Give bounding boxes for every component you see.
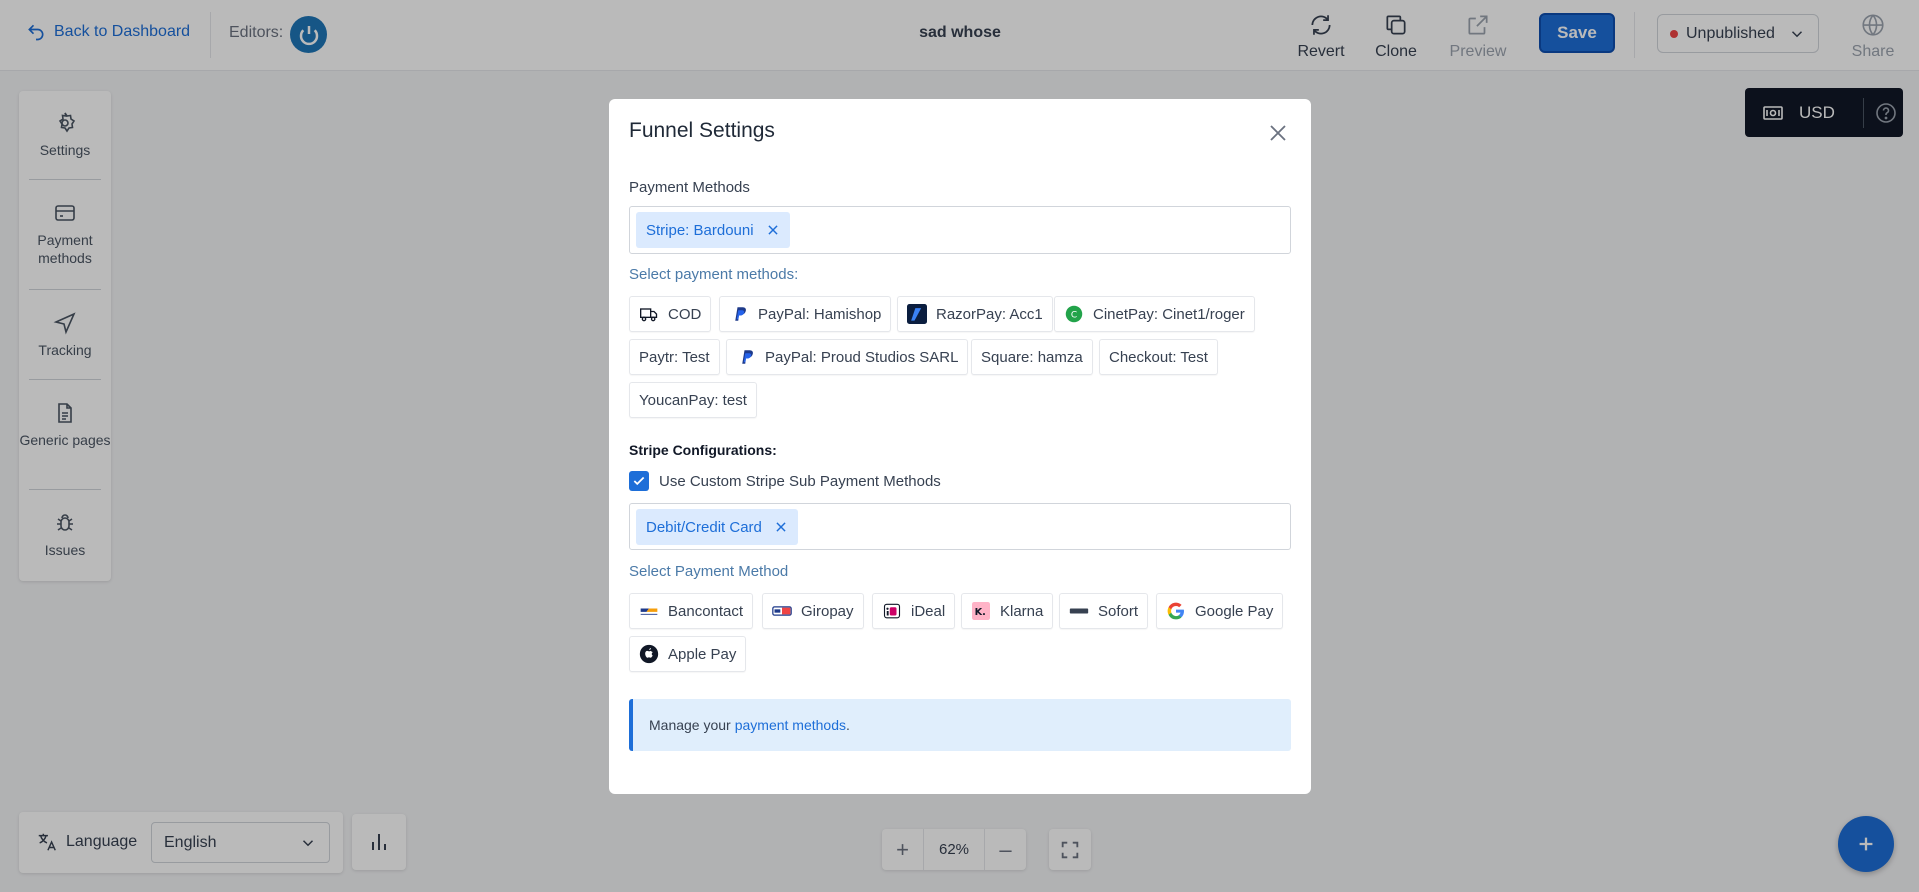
sofort-icon (1069, 601, 1089, 621)
svg-text:C: C (1071, 310, 1077, 320)
option-label: PayPal: Proud Studios SARL (765, 348, 959, 366)
option-label: Paytr: Test (639, 348, 710, 366)
close-icon[interactable] (1266, 121, 1290, 145)
option-label: Checkout: Test (1109, 348, 1208, 366)
option-label: Bancontact (668, 602, 744, 620)
sub-method-giropay[interactable]: Giropay (762, 593, 864, 629)
remove-tag-icon[interactable] (766, 223, 780, 237)
sub-method-google-pay[interactable]: Google Pay (1156, 593, 1284, 629)
payment-methods-label: Payment Methods (629, 179, 750, 196)
sub-method-apple-pay[interactable]: Apple Pay (629, 636, 747, 672)
ideal-icon (882, 601, 902, 621)
remove-tag-icon[interactable] (774, 520, 788, 534)
payment-option-cod[interactable]: COD (629, 296, 712, 332)
payment-option-youcanpay[interactable]: YoucanPay: test (629, 382, 757, 418)
payment-option-paypal-proud-studios[interactable]: PayPal: Proud Studios SARL (726, 339, 969, 375)
checkmark-icon (633, 476, 645, 486)
notice-prefix: Manage your (649, 717, 731, 733)
funnel-settings-modal: Funnel Settings Payment Methods Stripe: … (609, 99, 1311, 794)
razorpay-icon (907, 304, 927, 324)
option-label: Square: hamza (981, 348, 1083, 366)
payment-methods-input[interactable]: Stripe: Bardouni (629, 206, 1291, 254)
bancontact-icon (639, 601, 659, 621)
payment-option-paypal-hamishop[interactable]: PayPal: Hamishop (719, 296, 892, 332)
klarna-icon: K. (971, 601, 991, 621)
option-label: Giropay (801, 602, 854, 620)
truck-icon (639, 304, 659, 324)
select-payment-methods-label: Select payment methods: (629, 266, 799, 283)
selected-payment-tag: Stripe: Bardouni (636, 212, 790, 248)
selected-sub-method-tag: Debit/Credit Card (636, 509, 798, 545)
option-label: iDeal (911, 602, 946, 620)
payment-option-checkout[interactable]: Checkout: Test (1099, 339, 1218, 375)
sub-method-ideal[interactable]: iDeal (872, 593, 956, 629)
giropay-icon (772, 601, 792, 621)
tag-label: Debit/Credit Card (646, 518, 762, 536)
option-label: COD (668, 305, 702, 323)
modal-title: Funnel Settings (629, 119, 775, 142)
payment-methods-notice: Manage your payment methods . (629, 699, 1291, 751)
apple-icon (639, 644, 659, 664)
sub-payment-methods-input[interactable]: Debit/Credit Card (629, 503, 1291, 550)
option-label: PayPal: Hamishop (758, 305, 882, 323)
option-label: Apple Pay (668, 645, 737, 663)
option-label: Google Pay (1195, 602, 1274, 620)
option-label: YoucanPay: test (639, 391, 747, 409)
google-icon (1166, 601, 1186, 621)
custom-stripe-checkbox[interactable] (629, 471, 649, 491)
sub-method-bancontact[interactable]: Bancontact (629, 593, 754, 629)
tag-label: Stripe: Bardouni (646, 221, 754, 239)
option-label: RazorPay: Acc1 (936, 305, 1043, 323)
checkbox-label: Use Custom Stripe Sub Payment Methods (659, 472, 941, 490)
stripe-configurations-heading: Stripe Configurations: (629, 442, 777, 458)
sub-method-klarna[interactable]: K. Klarna (961, 593, 1054, 629)
select-payment-method-label: Select Payment Method (629, 563, 789, 580)
svg-text:K.: K. (975, 607, 986, 618)
payment-methods-link[interactable]: payment methods (735, 717, 846, 733)
notice-suffix: . (846, 717, 850, 733)
payment-option-razorpay[interactable]: RazorPay: Acc1 (897, 296, 1053, 332)
payment-option-cinetpay[interactable]: C CinetPay: Cinet1/roger (1054, 296, 1255, 332)
cinetpay-icon: C (1064, 304, 1084, 324)
paypal-icon (736, 347, 756, 367)
sub-method-sofort[interactable]: Sofort (1059, 593, 1149, 629)
payment-option-square[interactable]: Square: hamza (971, 339, 1093, 375)
option-label: CinetPay: Cinet1/roger (1093, 305, 1245, 323)
custom-stripe-checkbox-row[interactable]: Use Custom Stripe Sub Payment Methods (629, 471, 941, 491)
option-label: Sofort (1098, 602, 1139, 620)
payment-option-paytr[interactable]: Paytr: Test (629, 339, 720, 375)
option-label: Klarna (1000, 602, 1044, 620)
paypal-icon (729, 304, 749, 324)
